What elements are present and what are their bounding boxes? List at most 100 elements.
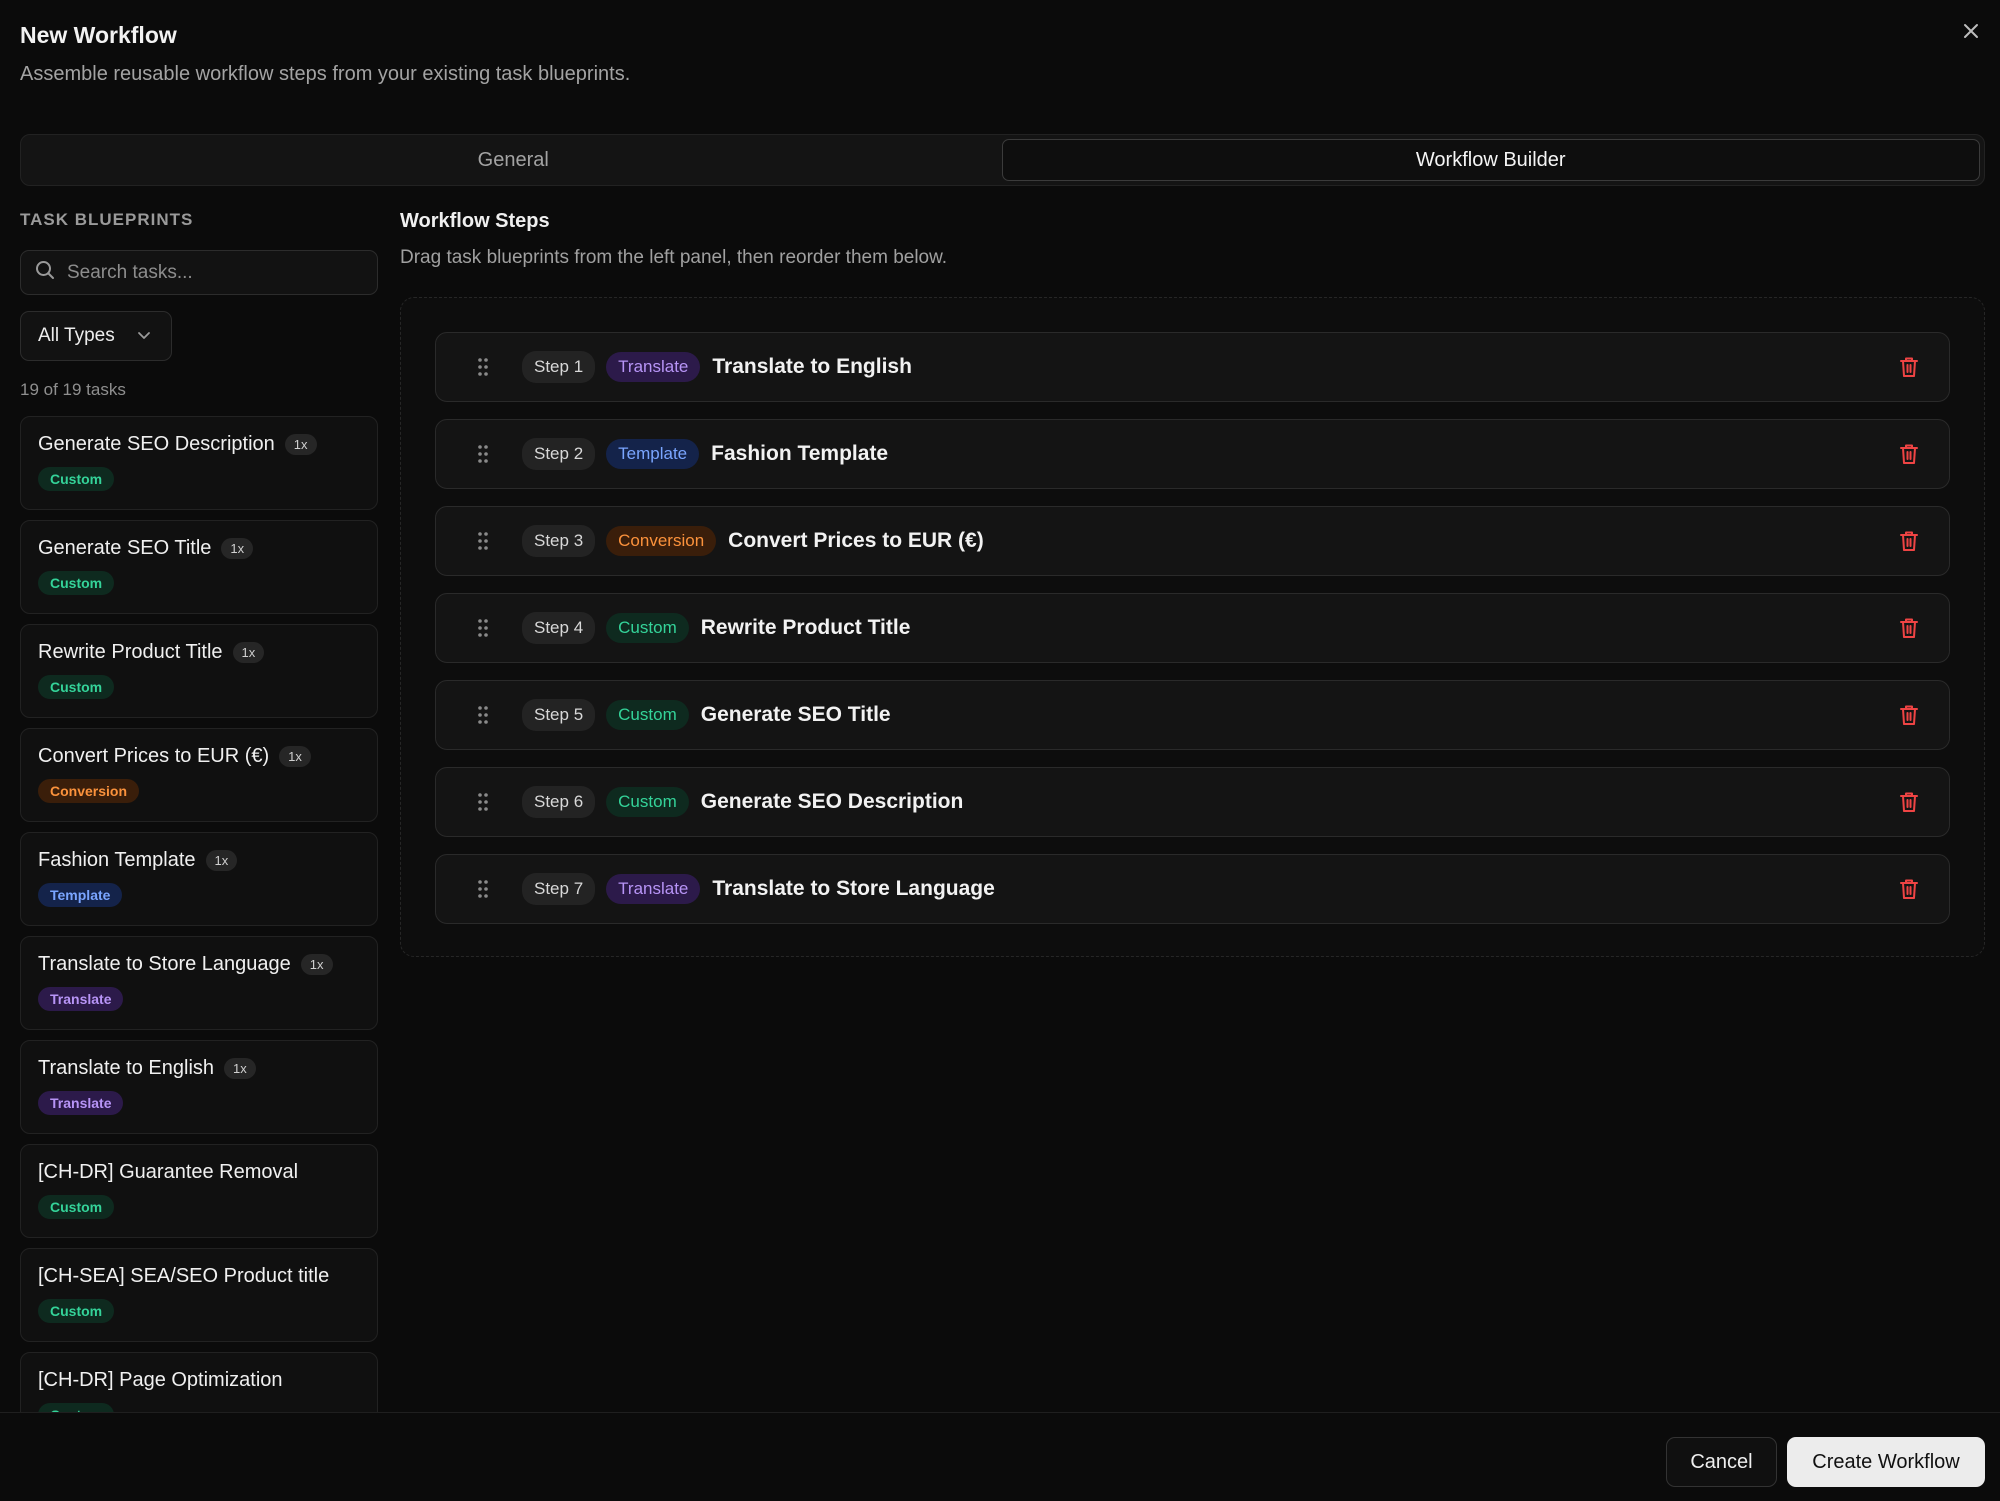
blueprint-name: Fashion Template bbox=[38, 849, 196, 871]
blueprint-card[interactable]: [CH-SEA] SEA/SEO Product title Custom bbox=[20, 1248, 378, 1342]
blueprint-name: Translate to Store Language bbox=[38, 953, 291, 975]
trash-icon[interactable] bbox=[1897, 529, 1921, 553]
grip-vertical-icon[interactable] bbox=[476, 791, 490, 813]
workflow-step-row[interactable]: Step 2 Template Fashion Template bbox=[435, 419, 1950, 489]
step-name: Translate to Store Language bbox=[712, 877, 995, 900]
blueprint-card[interactable]: Translate to English 1x Translate bbox=[20, 1040, 378, 1134]
step-name: Fashion Template bbox=[711, 442, 889, 465]
step-number-badge: Step 5 bbox=[522, 699, 596, 731]
blueprint-card-header: Generate SEO Title 1x bbox=[38, 537, 360, 560]
step-number-badge: Step 4 bbox=[522, 612, 596, 644]
blueprint-card-header: Translate to English 1x bbox=[38, 1057, 360, 1080]
step-name: Convert Prices to EUR (€) bbox=[728, 529, 984, 552]
blueprint-card-header: Translate to Store Language 1x bbox=[38, 953, 360, 976]
tab-bar: General Workflow Builder bbox=[20, 134, 1985, 186]
blueprint-name: [CH-DR] Guarantee Removal bbox=[38, 1161, 299, 1183]
step-number-badge: Step 2 bbox=[522, 438, 596, 470]
workflow-step-row[interactable]: Step 6 Custom Generate SEO Description bbox=[435, 767, 1950, 837]
type-badge: Custom bbox=[38, 467, 115, 491]
blueprint-card-header: Generate SEO Description 1x bbox=[38, 433, 360, 456]
blueprint-card[interactable]: Translate to Store Language 1x Translate bbox=[20, 936, 378, 1030]
task-count: 19 of 19 tasks bbox=[20, 380, 126, 399]
usage-count-badge: 1x bbox=[284, 434, 317, 455]
step-name: Generate SEO Description bbox=[700, 790, 964, 813]
grip-vertical-icon[interactable] bbox=[476, 617, 490, 639]
blueprint-name: [CH-SEA] SEA/SEO Product title bbox=[38, 1265, 330, 1287]
type-badge: Template bbox=[38, 883, 123, 907]
chevron-down-icon bbox=[137, 325, 151, 347]
blueprint-card-header: Fashion Template 1x bbox=[38, 849, 360, 872]
type-filter-select[interactable]: All Types bbox=[20, 311, 172, 361]
type-badge: Translate bbox=[38, 987, 124, 1011]
type-badge: Custom bbox=[38, 1195, 115, 1219]
tab-general[interactable]: General bbox=[25, 139, 1002, 181]
blueprints-section-label: TASK BLUEPRINTS bbox=[20, 210, 194, 229]
grip-vertical-icon[interactable] bbox=[476, 704, 490, 726]
blueprint-card-header: Convert Prices to EUR (€) 1x bbox=[38, 745, 360, 768]
workflow-step-row[interactable]: Step 7 Translate Translate to Store Langua… bbox=[435, 854, 1950, 924]
filter-label: All Types bbox=[38, 325, 115, 346]
type-badge: Translate bbox=[38, 1091, 124, 1115]
search-input[interactable] bbox=[67, 261, 363, 284]
create-workflow-button[interactable]: Create Workflow bbox=[1787, 1437, 1985, 1487]
dialog-subtitle: Assemble reusable workflow steps from yo… bbox=[20, 63, 631, 85]
blueprint-card-header: [CH-DR] Guarantee Removal bbox=[38, 1161, 360, 1184]
workflow-drop-zone[interactable]: Step 1 Translate Translate to English Step … bbox=[400, 297, 1985, 957]
type-badge: Conversion bbox=[38, 779, 140, 803]
trash-icon[interactable] bbox=[1897, 355, 1921, 379]
blueprint-card[interactable]: [CH-DR] Guarantee Removal Custom bbox=[20, 1144, 378, 1238]
blueprint-card-header: Rewrite Product Title 1x bbox=[38, 641, 360, 664]
trash-icon[interactable] bbox=[1897, 616, 1921, 640]
type-badge: Custom bbox=[38, 1299, 115, 1323]
close-icon[interactable] bbox=[1958, 18, 1984, 44]
workflow-step-row[interactable]: Step 1 Translate Translate to English bbox=[435, 332, 1950, 402]
blueprint-name: Convert Prices to EUR (€) bbox=[38, 745, 270, 767]
blueprint-card[interactable]: Convert Prices to EUR (€) 1x Conversion bbox=[20, 728, 378, 822]
step-name: Translate to English bbox=[712, 355, 912, 378]
step-type-badge: Custom bbox=[606, 787, 689, 817]
usage-count-badge: 1x bbox=[221, 538, 254, 559]
usage-count-badge: 1x bbox=[232, 642, 265, 663]
grip-vertical-icon[interactable] bbox=[476, 878, 490, 900]
step-type-badge: Custom bbox=[606, 613, 689, 643]
step-number-badge: Step 7 bbox=[522, 873, 596, 905]
workflow-steps-subtitle: Drag task blueprints from the left panel… bbox=[400, 247, 948, 268]
step-number-badge: Step 3 bbox=[522, 525, 596, 557]
step-type-badge: Translate bbox=[606, 874, 701, 904]
trash-icon[interactable] bbox=[1897, 877, 1921, 901]
blueprint-card-header: [CH-SEA] SEA/SEO Product title bbox=[38, 1265, 360, 1288]
dialog-footer: Cancel Create Workflow bbox=[0, 1412, 2000, 1501]
workflow-step-row[interactable]: Step 3 Conversion Convert Prices to EUR (€… bbox=[435, 506, 1950, 576]
blueprint-name: [CH-DR] Page Optimization bbox=[38, 1369, 283, 1391]
new-workflow-dialog: New Workflow Assemble reusable workflow … bbox=[0, 0, 2000, 1501]
blueprint-card[interactable]: Generate SEO Title 1x Custom bbox=[20, 520, 378, 614]
cancel-button[interactable]: Cancel bbox=[1666, 1437, 1777, 1487]
blueprint-list: Generate SEO Description 1x Custom Generate… bbox=[20, 416, 378, 1412]
trash-icon[interactable] bbox=[1897, 442, 1921, 466]
dialog-title: New Workflow bbox=[20, 22, 177, 48]
step-number-badge: Step 1 bbox=[522, 351, 596, 383]
search-icon bbox=[35, 260, 55, 285]
grip-vertical-icon[interactable] bbox=[476, 443, 490, 465]
type-badge: Custom bbox=[38, 675, 115, 699]
workflow-step-row[interactable]: Step 5 Custom Generate SEO Title bbox=[435, 680, 1950, 750]
trash-icon[interactable] bbox=[1897, 703, 1921, 727]
step-type-badge: Template bbox=[606, 439, 700, 469]
step-type-badge: Conversion bbox=[606, 526, 717, 556]
usage-count-badge: 1x bbox=[300, 954, 333, 975]
blueprint-card[interactable]: Rewrite Product Title 1x Custom bbox=[20, 624, 378, 718]
workflow-steps-list: Step 1 Translate Translate to English Step … bbox=[435, 332, 1950, 924]
step-type-badge: Custom bbox=[606, 700, 689, 730]
grip-vertical-icon[interactable] bbox=[476, 530, 490, 552]
step-name: Rewrite Product Title bbox=[700, 616, 911, 639]
step-name: Generate SEO Title bbox=[700, 703, 891, 726]
grip-vertical-icon[interactable] bbox=[476, 356, 490, 378]
blueprint-name: Generate SEO Description bbox=[38, 433, 275, 455]
blueprint-card[interactable]: [CH-DR] Page Optimization Custom bbox=[20, 1352, 378, 1412]
tab-workflow-builder[interactable]: Workflow Builder bbox=[1001, 139, 1980, 181]
trash-icon[interactable] bbox=[1897, 790, 1921, 814]
workflow-step-row[interactable]: Step 4 Custom Rewrite Product Title bbox=[435, 593, 1950, 663]
blueprint-name: Translate to English bbox=[38, 1057, 215, 1079]
blueprint-card[interactable]: Fashion Template 1x Template bbox=[20, 832, 378, 926]
blueprint-card[interactable]: Generate SEO Description 1x Custom bbox=[20, 416, 378, 510]
